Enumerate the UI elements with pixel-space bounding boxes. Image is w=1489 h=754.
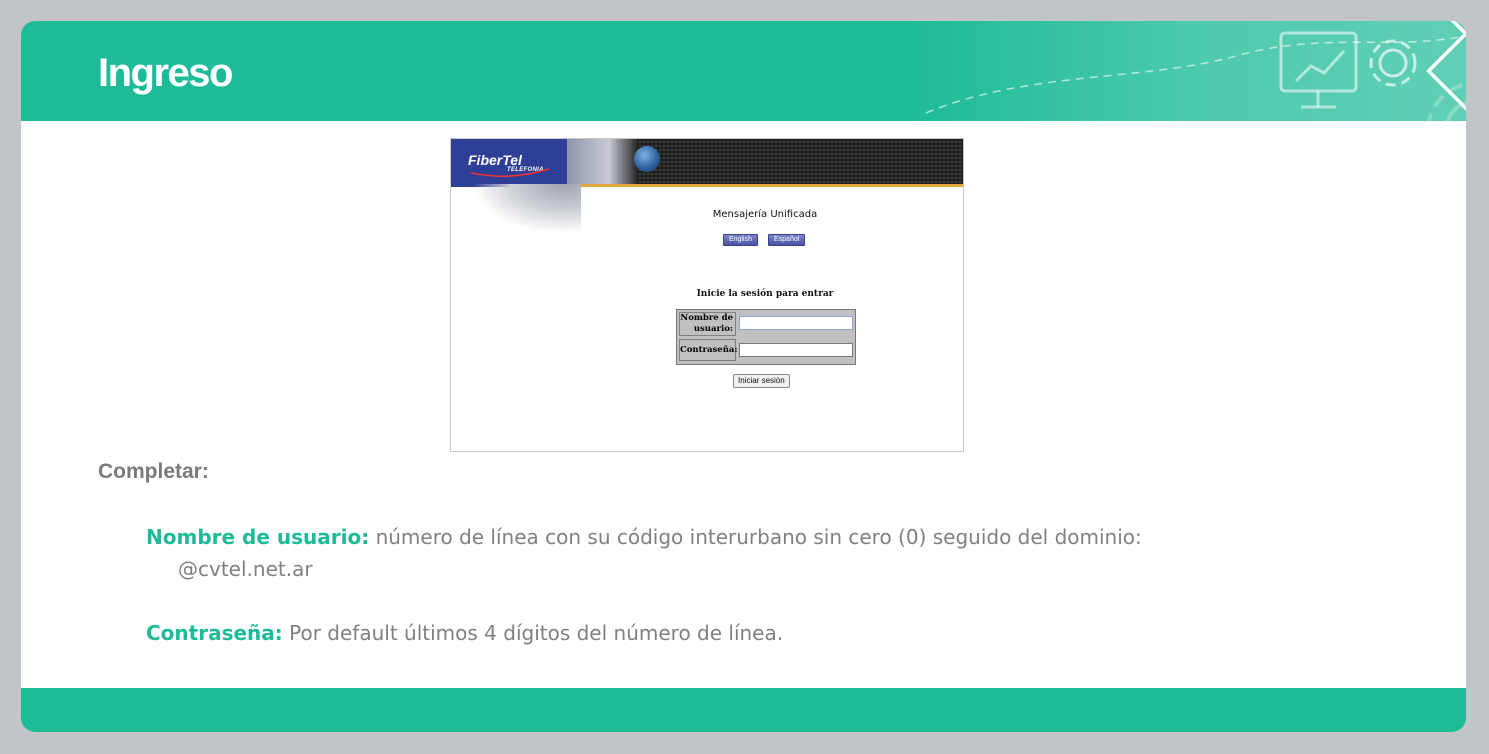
- espanol-button[interactable]: Español: [768, 234, 806, 246]
- presentation-icon: [1279, 31, 1358, 109]
- header-banner: Ingreso: [21, 21, 1466, 121]
- login-screenshot: FiberTel TELEFONIA Mensajería Unificada …: [450, 138, 964, 452]
- username-label: Nombre de usuario:: [679, 312, 736, 336]
- logo-brand: FiberTel: [468, 152, 522, 168]
- username-input[interactable]: [739, 316, 853, 330]
- pencil-puzzle-icon: [1426, 21, 1466, 116]
- login-form: Nombre de usuario: Contraseña:: [676, 309, 856, 365]
- password-instruction: Contraseña: Por default últimos 4 dígito…: [146, 617, 1266, 649]
- password-label: Contraseña:: [679, 339, 738, 361]
- app-title: Mensajería Unificada: [712, 209, 818, 220]
- english-button[interactable]: English: [723, 234, 758, 246]
- header-decoration-icons: [925, 21, 1466, 121]
- banner-gold-line: [567, 184, 963, 187]
- fibertel-logo: FiberTel TELEFONIA: [451, 139, 567, 187]
- instructions-heading: Completar:: [98, 460, 209, 483]
- login-button[interactable]: Iniciar sesión: [733, 374, 790, 388]
- logo-swoosh-icon: [471, 168, 550, 177]
- globe-icon: [634, 146, 660, 172]
- banner-gradient: [567, 139, 637, 187]
- username-key: Nombre de usuario:: [146, 525, 370, 549]
- page-title: Ingreso: [98, 51, 233, 95]
- username-text: número de línea con su código interurban…: [375, 525, 1142, 549]
- slide: Ingreso FiberTel TELEFONIA Mensajería Un…: [21, 21, 1466, 732]
- password-key: Contraseña:: [146, 621, 283, 645]
- username-domain: @cvtel.net.ar: [178, 557, 313, 581]
- gear-icon: [1369, 39, 1417, 87]
- password-text: Por default últimos 4 dígitos del número…: [289, 621, 784, 645]
- password-input[interactable]: [739, 343, 853, 357]
- footer-banner: [21, 688, 1466, 732]
- username-instruction: Nombre de usuario: número de línea con s…: [146, 521, 1266, 585]
- login-subtitle: Inicie la sesión para entrar: [696, 289, 834, 299]
